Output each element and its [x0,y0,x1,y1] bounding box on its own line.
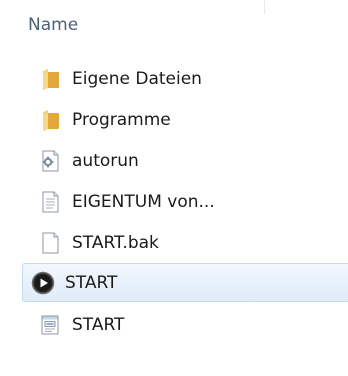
file-list: Eigene Dateien Programme autorun EIGENTU… [22,58,348,345]
file-name: EIGENTUM von... [72,191,215,212]
blank-file-icon [42,232,59,253]
folder-icon [43,68,59,90]
list-item-eigentum[interactable]: EIGENTUM von... [30,181,348,222]
script-file-icon [41,315,59,334]
list-item-start-script[interactable]: START [30,304,348,345]
list-item-start-selected[interactable]: START [22,263,348,302]
list-item-programme[interactable]: Programme [30,99,348,140]
file-name: START.bak [72,232,159,253]
settings-file-icon [42,150,59,171]
file-name: Programme [72,109,171,130]
list-item-eigene-dateien[interactable]: Eigene Dateien [30,58,348,99]
list-item-start-bak[interactable]: START.bak [30,222,348,263]
folder-icon [43,109,59,131]
file-name: autorun [72,150,139,171]
file-name: START [65,272,118,293]
file-name: Eigene Dateien [72,68,202,89]
list-item-autorun[interactable]: autorun [30,140,348,181]
play-icon [31,271,55,294]
file-name: START [72,314,125,335]
column-divider[interactable] [264,0,265,14]
file-list-pane: Name Eigene Dateien Programme autorun EI… [0,0,348,376]
name-column-header[interactable]: Name [28,10,288,40]
text-file-icon [42,191,59,212]
